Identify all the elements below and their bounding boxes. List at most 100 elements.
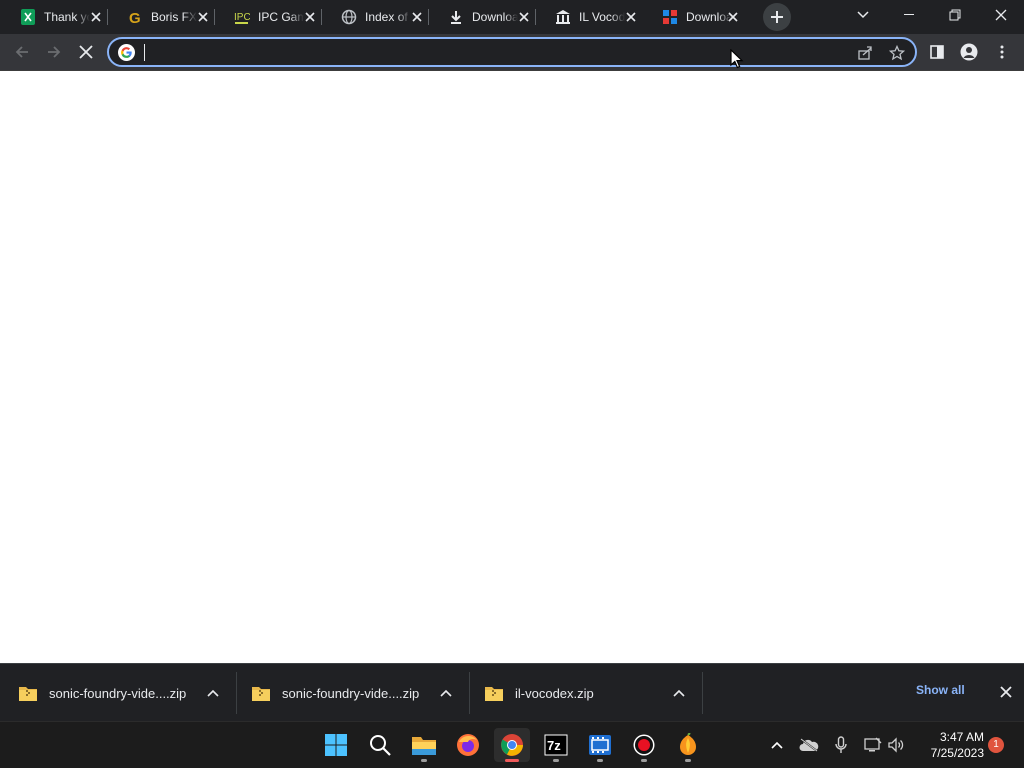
tab-title: Thank you — [44, 10, 90, 24]
g-logo-icon: G — [127, 9, 143, 25]
7zip-icon[interactable]: 7z — [538, 728, 574, 762]
record-icon[interactable] — [626, 728, 662, 762]
divider — [702, 672, 703, 714]
download-icon — [448, 9, 464, 25]
restore-icon — [949, 9, 961, 21]
share-icon[interactable] — [855, 43, 875, 63]
back-button[interactable] — [8, 38, 36, 66]
close-icon[interactable] — [998, 684, 1014, 700]
download-item[interactable]: sonic-foundry-vide....zip — [252, 674, 462, 712]
download-filename: il-vocodex.zip — [515, 685, 594, 701]
mouse-cursor-icon — [730, 49, 744, 69]
tab-download-2-active[interactable]: Download — [642, 0, 754, 34]
chevron-up-icon[interactable] — [205, 685, 221, 701]
kebab-menu-icon — [1000, 45, 1004, 59]
chevron-up-icon[interactable] — [766, 734, 788, 756]
tab-ipc-games[interactable]: IPC IPC Games — [214, 0, 322, 34]
tab-search-button[interactable] — [840, 0, 886, 30]
new-tab-button[interactable] — [763, 3, 791, 31]
running-indicator — [641, 759, 647, 762]
download-filename: sonic-foundry-vide....zip — [49, 685, 187, 701]
profile-avatar-icon — [960, 43, 978, 61]
network-icon[interactable] — [862, 734, 884, 756]
stop-loading-button[interactable] — [72, 38, 100, 66]
forward-arrow-icon — [48, 46, 61, 58]
side-panel-button[interactable] — [923, 38, 951, 66]
fl-studio-icon[interactable] — [670, 728, 706, 762]
volume-icon[interactable] — [885, 734, 907, 756]
sheets-icon — [20, 9, 36, 25]
globe-icon — [341, 9, 357, 25]
tab-thank-you[interactable]: Thank you — [0, 0, 108, 34]
tab-title: Index of — [365, 10, 408, 24]
close-tab-icon[interactable] — [517, 10, 531, 24]
download-item[interactable]: il-vocodex.zip — [485, 674, 695, 712]
chrome-icon[interactable] — [494, 728, 530, 762]
close-tab-icon[interactable] — [726, 10, 740, 24]
tab-strip: Thank you G Boris FX IPC IPC Games Index… — [0, 0, 1024, 34]
onedrive-offline-icon[interactable] — [798, 734, 820, 756]
running-indicator — [597, 759, 603, 762]
running-indicator — [505, 759, 519, 762]
running-indicator — [553, 759, 559, 762]
chevron-up-icon[interactable] — [438, 685, 454, 701]
profile-button[interactable] — [955, 38, 983, 66]
address-bar[interactable] — [107, 37, 917, 67]
tab-title: Download — [472, 10, 518, 24]
running-indicator — [685, 759, 691, 762]
file-explorer-icon[interactable] — [406, 728, 442, 762]
notification-badge[interactable]: 1 — [988, 737, 1004, 753]
stop-x-icon — [79, 45, 93, 59]
windows-start-icon[interactable] — [318, 728, 354, 762]
google-g-icon — [118, 44, 135, 61]
forward-button[interactable] — [40, 38, 68, 66]
chevron-down-icon — [857, 11, 869, 19]
close-tab-icon[interactable] — [303, 10, 317, 24]
text-caret — [144, 44, 145, 61]
browser-toolbar — [0, 34, 1024, 71]
minimize-button[interactable] — [886, 0, 932, 30]
close-tab-icon[interactable] — [624, 10, 638, 24]
search-icon[interactable] — [362, 728, 398, 762]
tab-il-vocodex[interactable]: IL Vocodex — [535, 0, 643, 34]
tab-boris-fx[interactable]: G Boris FX — [107, 0, 215, 34]
tab-index-of[interactable]: Index of — [321, 0, 429, 34]
svg-text:7z: 7z — [547, 738, 561, 753]
close-window-button[interactable] — [978, 0, 1024, 30]
clock-date: 7/25/2023 — [930, 746, 984, 760]
side-panel-icon — [930, 45, 944, 59]
bank-icon — [555, 9, 571, 25]
zip-folder-icon — [19, 687, 37, 701]
ipc-games-icon: IPC — [234, 9, 250, 25]
tab-download-1[interactable]: Download — [428, 0, 536, 34]
tab-title: IPC Games — [258, 10, 304, 24]
restore-button[interactable] — [932, 0, 978, 30]
close-tab-icon[interactable] — [410, 10, 424, 24]
chevron-up-icon[interactable] — [671, 685, 687, 701]
page-content-area[interactable] — [0, 72, 1024, 663]
firefox-icon[interactable] — [450, 728, 486, 762]
tab-title: Boris FX — [151, 10, 197, 24]
chrome-menu-button[interactable] — [988, 38, 1016, 66]
plus-icon — [771, 11, 783, 23]
download-filename: sonic-foundry-vide....zip — [282, 685, 420, 701]
divider — [469, 672, 470, 714]
zip-folder-icon — [485, 687, 503, 701]
microphone-icon[interactable] — [830, 734, 852, 756]
close-icon — [995, 9, 1007, 21]
bookmark-star-icon[interactable] — [887, 43, 907, 63]
minimize-icon — [904, 14, 914, 15]
video-editor-icon[interactable] — [582, 728, 618, 762]
windows-taskbar: 7z 3:47 AM 7/25/2023 1 — [0, 721, 1024, 768]
download-item[interactable]: sonic-foundry-vide....zip — [19, 674, 229, 712]
running-indicator — [421, 759, 427, 762]
close-tab-icon[interactable] — [196, 10, 210, 24]
system-clock[interactable]: 3:47 AM 7/25/2023 — [914, 729, 984, 761]
download-site-icon — [662, 9, 678, 25]
svg-text:G: G — [129, 10, 141, 25]
divider — [236, 672, 237, 714]
close-tab-icon[interactable] — [89, 10, 103, 24]
tab-title: IL Vocodex — [579, 10, 625, 24]
zip-folder-icon — [252, 687, 270, 701]
show-all-downloads-link[interactable]: Show all — [916, 683, 965, 697]
